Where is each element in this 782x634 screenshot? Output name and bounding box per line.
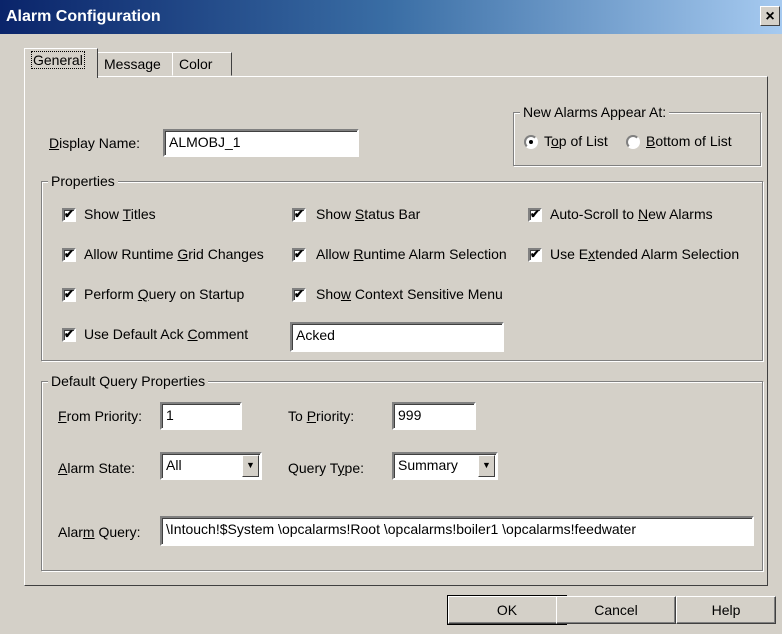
cancel-button[interactable]: Cancel	[556, 596, 676, 624]
alarm-state-value: All	[166, 457, 182, 473]
help-button[interactable]: Help	[676, 596, 776, 624]
top-of-list-label[interactable]: Top of List	[544, 133, 608, 149]
extended-alarm-selection-checkbox[interactable]: ✔	[528, 248, 542, 262]
runtime-alarm-selection-label[interactable]: Allow Runtime Alarm Selection	[316, 246, 507, 262]
bottom-of-list-label[interactable]: Bottom of List	[646, 133, 732, 149]
context-menu-checkbox[interactable]: ✔	[292, 288, 306, 302]
show-status-bar-checkbox[interactable]: ✔	[292, 208, 306, 222]
window-title: Alarm Configuration	[6, 8, 161, 25]
tab-general-label: General	[31, 51, 85, 69]
auto-scroll-checkbox[interactable]: ✔	[528, 208, 542, 222]
tab-color-label: Color	[179, 56, 213, 72]
auto-scroll-label[interactable]: Auto-Scroll to New Alarms	[550, 206, 713, 222]
default-ack-comment-checkbox[interactable]: ✔	[62, 328, 76, 342]
alarm-state-select[interactable]: All ▼	[160, 452, 262, 480]
close-icon[interactable]: ×	[760, 6, 780, 26]
ack-comment-input[interactable]: Acked	[290, 322, 504, 352]
context-menu-label[interactable]: Show Context Sensitive Menu	[316, 286, 503, 302]
properties-group: Properties ✔ Show Titles ✔ Show Status B…	[41, 173, 763, 361]
alarm-state-label: Alarm State:	[58, 460, 136, 476]
show-titles-checkbox[interactable]: ✔	[62, 208, 76, 222]
chevron-down-icon[interactable]: ▼	[242, 455, 259, 477]
query-on-startup-label[interactable]: Perform Query on Startup	[84, 286, 244, 302]
query-properties-group: Default Query Properties From Priority: …	[41, 373, 763, 571]
grid-changes-checkbox[interactable]: ✔	[62, 248, 76, 262]
show-status-bar-label[interactable]: Show Status Bar	[316, 206, 420, 222]
display-name-label: Display Name:	[49, 135, 141, 151]
alarm-query-input[interactable]: \Intouch!$System \opcalarms!Root \opcala…	[160, 516, 754, 546]
new-alarms-legend: New Alarms Appear At:	[520, 104, 670, 120]
from-priority-label: From Priority:	[58, 408, 143, 424]
chevron-down-icon[interactable]: ▼	[478, 455, 495, 477]
top-of-list-radio[interactable]	[524, 135, 538, 149]
to-priority-input[interactable]: 999	[392, 402, 476, 430]
title-bar: Alarm Configuration ×	[0, 0, 782, 34]
new-alarms-group: New Alarms Appear At: Top of List Bottom…	[513, 104, 761, 166]
show-titles-label[interactable]: Show Titles	[84, 206, 156, 222]
tab-message[interactable]: Message	[97, 52, 173, 76]
from-priority-input[interactable]: 1	[160, 402, 242, 430]
tab-message-label: Message	[104, 56, 161, 72]
query-type-value: Summary	[398, 457, 458, 473]
extended-alarm-selection-label[interactable]: Use Extended Alarm Selection	[550, 246, 739, 262]
to-priority-label: To Priority:	[288, 408, 355, 424]
default-ack-comment-label[interactable]: Use Default Ack Comment	[84, 326, 248, 342]
query-type-select[interactable]: Summary ▼	[392, 452, 498, 480]
grid-changes-label[interactable]: Allow Runtime Grid Changes	[84, 246, 264, 262]
query-type-label: Query Type:	[288, 460, 365, 476]
query-properties-legend: Default Query Properties	[48, 373, 209, 389]
runtime-alarm-selection-checkbox[interactable]: ✔	[292, 248, 306, 262]
display-name-input[interactable]: ALMOBJ_1	[163, 129, 359, 157]
query-on-startup-checkbox[interactable]: ✔	[62, 288, 76, 302]
tab-general[interactable]: General	[24, 48, 98, 78]
alarm-query-label: Alarm Query:	[58, 524, 141, 540]
properties-legend: Properties	[48, 173, 118, 189]
ok-button[interactable]: OK	[447, 595, 567, 625]
general-tab-panel: Display Name: ALMOBJ_1 New Alarms Appear…	[24, 76, 768, 586]
tab-color[interactable]: Color	[172, 52, 232, 76]
bottom-of-list-radio[interactable]	[626, 135, 640, 149]
